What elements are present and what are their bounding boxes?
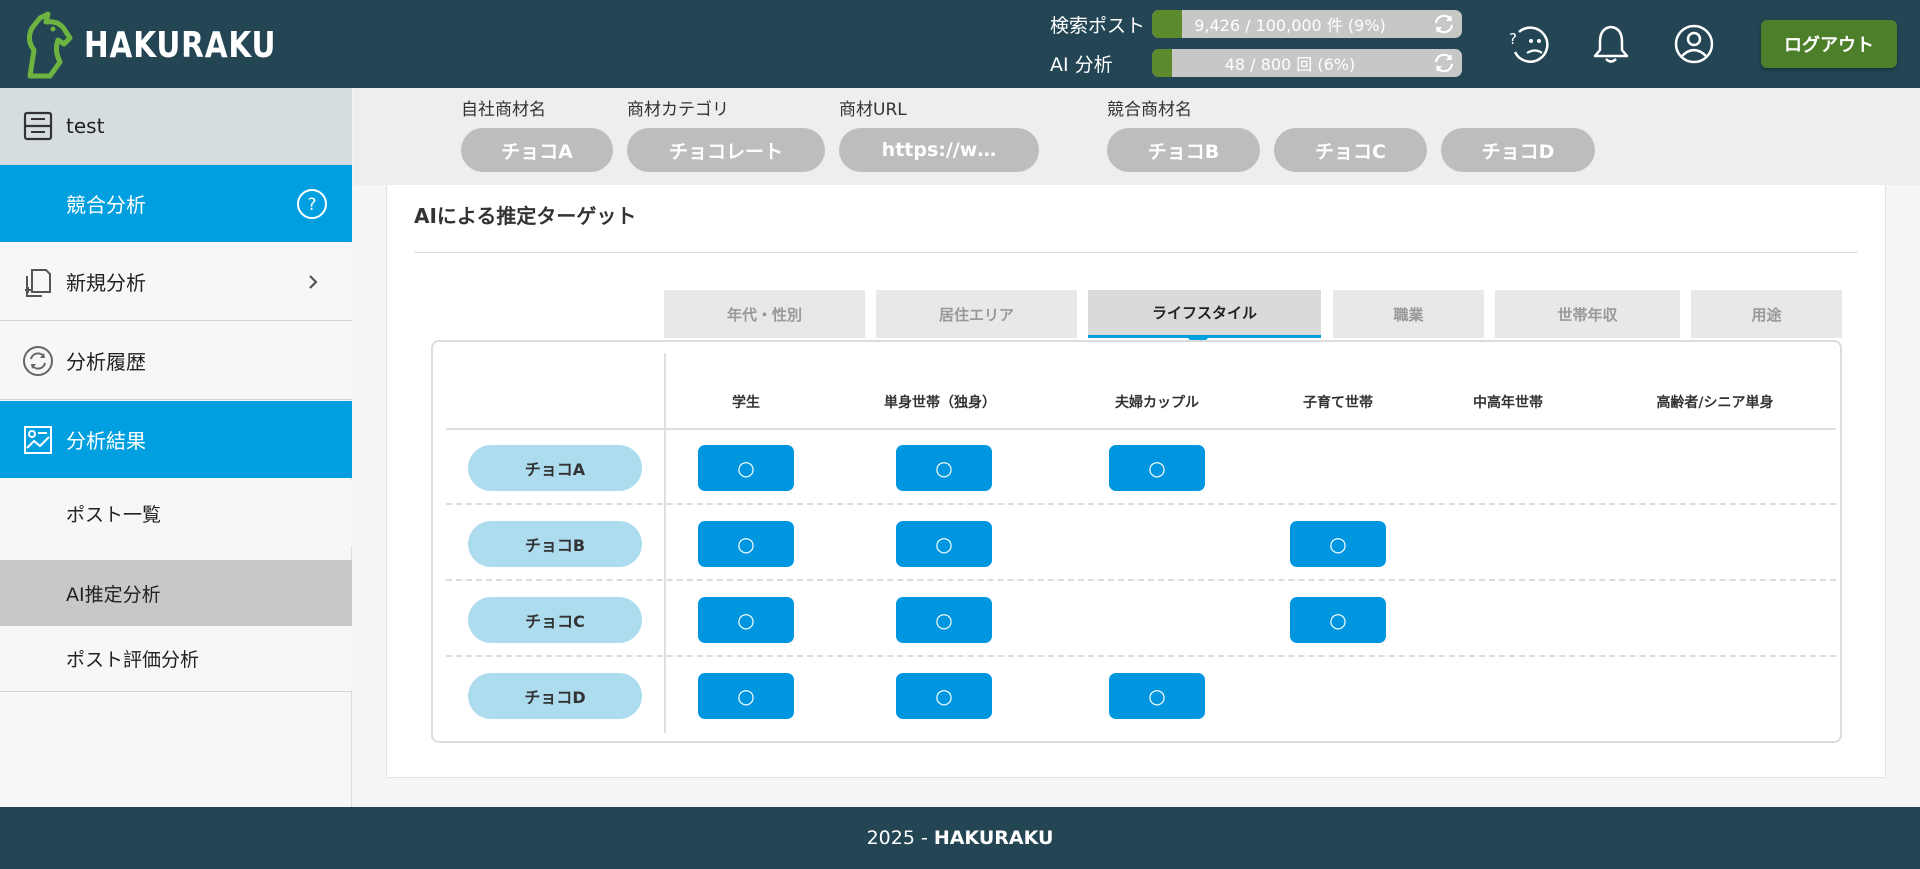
own-product-group: 自社商材名 チョコA [461, 98, 613, 172]
logout-button[interactable]: ログアウト [1761, 20, 1897, 68]
quota-bar: 48 / 800 回 (6%) [1152, 49, 1462, 77]
refresh-icon[interactable] [1432, 13, 1456, 35]
sidebar-sub-post-evaluation[interactable]: ポスト評価分析 [0, 626, 352, 692]
sidebar-sub-ai-analysis[interactable]: AI推定分析 [0, 560, 352, 626]
match-mark: ○ [1109, 445, 1205, 491]
competitor-label: 競合商材名 [1107, 100, 1192, 120]
sidebar-item-label: 新規分析 [66, 271, 146, 295]
divider [446, 428, 1836, 430]
card-title: AIによる推定ターゲット [414, 204, 637, 228]
app-footer: 2025 - HAKURAKU [0, 807, 1920, 869]
sidebar-item-competitor-analysis[interactable]: 競合分析 ? [0, 165, 352, 242]
user-account-icon[interactable] [1672, 22, 1716, 66]
tab-household-income[interactable]: 世帯年収 [1495, 290, 1680, 338]
category-group: 商材カテゴリ チョコレート [627, 98, 825, 172]
tab-age-gender[interactable]: 年代・性別 [664, 290, 865, 338]
match-mark: ○ [698, 597, 794, 643]
tab-residence-area[interactable]: 居住エリア [876, 290, 1077, 338]
quota-label: 検索ポスト [1050, 14, 1146, 37]
match-mark: ○ [1109, 673, 1205, 719]
project-box-icon [23, 111, 53, 141]
sidebar-item-history[interactable]: 分析履歴 [0, 322, 352, 400]
help-face-icon[interactable]: ? [1507, 22, 1551, 66]
quota-text: 48 / 800 回 (6%) [1224, 55, 1356, 74]
match-mark: ○ [896, 597, 992, 643]
column-header: 高齢者/シニア単身 [1656, 395, 1774, 411]
copyright-year: 2025 - [866, 827, 928, 849]
column-header: 単身世帯（独身） [884, 395, 996, 411]
product-filter-bar: 自社商材名 チョコA 商材カテゴリ チョコレート 商材URL https://w… [353, 88, 1920, 185]
competitor-pill[interactable]: チョコD [1441, 128, 1595, 172]
sidebar: test 競合分析 ? 新規分析 分析履歴 分析結果 ポスト一覧 AI推定分析 … [0, 88, 352, 807]
sidebar-item-label: 競合分析 [66, 193, 146, 217]
sidebar-item-new-analysis[interactable]: 新規分析 [0, 243, 352, 321]
url-group: 商材URL https://w… [839, 98, 1039, 172]
own-product-pill[interactable]: チョコA [461, 128, 613, 172]
match-mark: ○ [698, 521, 794, 567]
horse-logo-icon [26, 11, 73, 79]
quota-bar: 9,426 / 100,000 件 (9%) [1152, 10, 1462, 38]
ai-analysis-quota: AI 分析 48 / 800 回 (6%) [1050, 49, 1462, 77]
sidebar-sub-label: AI推定分析 [66, 583, 161, 606]
sidebar-sub-label: ポスト一覧 [66, 503, 162, 526]
divider [414, 252, 1858, 253]
row-label-pill: チョコA [468, 445, 642, 491]
row-label-pill: チョコC [468, 597, 642, 643]
sidebar-item-results[interactable]: 分析結果 [0, 401, 352, 478]
row-label-pill: チョコD [468, 673, 642, 719]
match-mark: ○ [1290, 521, 1386, 567]
row-divider [446, 579, 1836, 581]
sidebar-item-label: 分析履歴 [66, 350, 146, 374]
project-name: test [66, 114, 105, 138]
column-header: 学生 [732, 395, 760, 411]
sidebar-sub-post-list[interactable]: ポスト一覧 [0, 480, 352, 546]
match-mark: ○ [896, 673, 992, 719]
quota-text: 9,426 / 100,000 件 (9%) [1194, 16, 1386, 35]
sidebar-project[interactable]: test [0, 88, 352, 165]
match-mark: ○ [698, 673, 794, 719]
history-refresh-icon [23, 345, 53, 376]
row-label-pill: チョコB [468, 521, 642, 567]
tab-occupation[interactable]: 職業 [1333, 290, 1484, 338]
own-product-label: 自社商材名 [461, 100, 546, 120]
row-divider [446, 503, 1836, 505]
refresh-icon[interactable] [1432, 52, 1456, 74]
chevron-right-icon [309, 274, 318, 289]
svg-text:?: ? [1509, 30, 1517, 48]
competitor-pill[interactable]: チョコB [1107, 128, 1260, 172]
match-mark: ○ [896, 521, 992, 567]
match-mark: ○ [698, 445, 794, 491]
sidebar-item-label: 分析結果 [66, 429, 146, 453]
bell-icon[interactable] [1589, 22, 1633, 66]
sidebar-sub-label: ポスト評価分析 [66, 649, 200, 671]
divider [664, 353, 666, 733]
results-report-icon [24, 425, 52, 454]
new-document-icon [25, 268, 51, 297]
brand-name: HAKURAKU [84, 24, 277, 66]
tab-usage[interactable]: 用途 [1691, 290, 1842, 338]
competitor-group: 競合商材名 チョコB チョコC チョコD [1107, 98, 1595, 172]
column-header: 子育て世帯 [1303, 395, 1373, 411]
column-header: 夫婦カップル [1115, 395, 1199, 411]
svg-text:?: ? [307, 195, 316, 215]
search-post-quota: 検索ポスト 9,426 / 100,000 件 (9%) [1050, 10, 1462, 38]
url-label: 商材URL [839, 100, 907, 120]
app-header: HAKURAKU 検索ポスト 9,426 / 100,000 件 (9%) AI… [0, 0, 1920, 88]
match-mark: ○ [896, 445, 992, 491]
category-label: 商材カテゴリ [627, 100, 729, 120]
quota-label: AI 分析 [1050, 53, 1113, 76]
column-header: 中高年世帯 [1473, 395, 1543, 411]
url-pill[interactable]: https://w… [839, 128, 1039, 172]
row-divider [446, 655, 1836, 657]
competitor-pill[interactable]: チョコC [1274, 128, 1427, 172]
help-circle-icon[interactable]: ? [296, 188, 328, 220]
footer-brand: HAKURAKU [933, 827, 1054, 849]
match-mark: ○ [1290, 597, 1386, 643]
tab-lifestyle[interactable]: ライフスタイル [1088, 290, 1321, 338]
hakuraku-logo[interactable]: HAKURAKU [20, 10, 319, 80]
category-pill[interactable]: チョコレート [627, 128, 825, 172]
